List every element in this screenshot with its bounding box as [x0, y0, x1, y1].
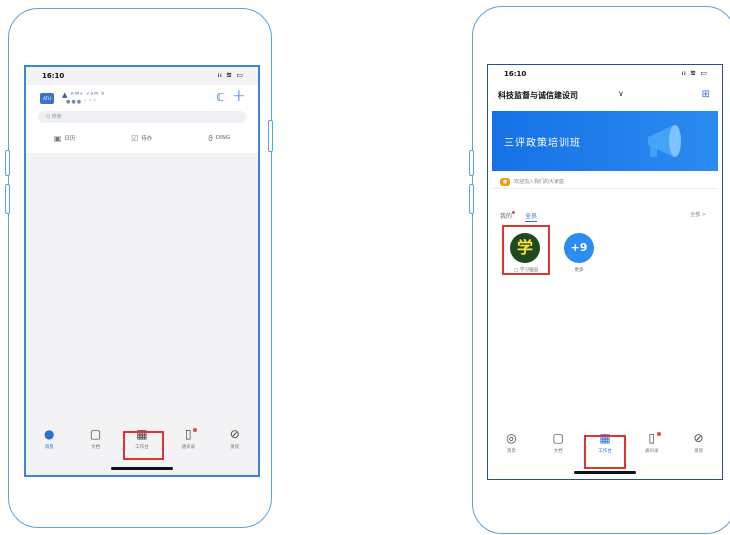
- folder-icon: ▢: [89, 427, 102, 441]
- home-indicator: [574, 471, 636, 474]
- tab-label: 消息: [506, 449, 516, 454]
- chevron-down-icon[interactable]: ∨: [618, 89, 624, 98]
- app-tabs: 我的 全员: [500, 211, 538, 222]
- quick-calendar[interactable]: ▣ 日历: [54, 131, 76, 145]
- compass-icon: ⊘: [229, 427, 240, 441]
- quick-calendar-label: 日历: [64, 136, 76, 142]
- contacts-icon: ▯: [185, 427, 192, 441]
- message-icon: ●: [43, 427, 55, 441]
- banner-title: 三评政策培训班: [504, 138, 581, 149]
- home-indicator: [111, 467, 173, 470]
- todo-icon: ☑: [131, 133, 139, 143]
- status-time: 16:10: [42, 72, 65, 80]
- notification-dot: [656, 432, 661, 436]
- notice-bar[interactable]: ● 欢迎加入我们的大家庭: [492, 175, 718, 189]
- compass-icon: ⊘: [693, 431, 704, 445]
- left-header: ATU ▲ ᴬᵂᵛ ᵛᵃᴹ ᵇ ●●● ᵒ ᵒ ᵇ ℂ + Q 搜索 ▣ 日历 …: [26, 85, 258, 153]
- folder-icon: ▢: [552, 431, 564, 445]
- megaphone-icon: [648, 125, 681, 157]
- right-screen: 16:10 ᵢᵢ ≋ ▭ 科技监督与诚信建设司 ∨ ⊞ 三评政策培训班 ● 欢迎…: [487, 64, 723, 480]
- search-input[interactable]: Q 搜索: [38, 111, 246, 123]
- left-phone-side-button: [5, 150, 10, 176]
- org-logo[interactable]: ATU: [40, 93, 54, 104]
- scan-icon[interactable]: ⊞: [702, 89, 710, 100]
- xuexi-highlight-box: [502, 225, 550, 275]
- tab-messages[interactable]: ◎ 消息: [495, 431, 527, 465]
- call-icon[interactable]: ℂ: [216, 91, 224, 104]
- tab-label: 通讯录: [181, 445, 196, 450]
- all-apps-link[interactable]: 全部 >: [690, 211, 706, 218]
- workbench-highlight-box: [123, 431, 164, 460]
- notice-text: 欢迎加入我们的大家庭: [514, 179, 565, 185]
- right-header: 科技监督与诚信建设司 ∨ ⊞: [488, 83, 722, 109]
- status-icons: ᵢᵢ ≋ ▭: [681, 69, 708, 77]
- left-phone-side-button-2: [5, 184, 10, 214]
- training-banner[interactable]: 三评政策培训班: [492, 111, 718, 171]
- left-screen: 16:10 ᵢᵢ ≋ ▭ ATU ▲ ᴬᵂᵛ ᵛᵃᴹ ᵇ ●●● ᵒ ᵒ ᵇ ℂ…: [24, 65, 260, 477]
- message-icon: ◎: [506, 431, 517, 445]
- more-apps-icon[interactable]: +9: [564, 233, 594, 263]
- tab-label: 文档: [91, 445, 101, 450]
- status-icons: ᵢᵢ ≋ ▭: [217, 71, 244, 79]
- org-name[interactable]: ▲ ᴬᵂᵛ ᵛᵃᴹ ᵇ: [62, 91, 105, 99]
- quick-actions: ▣ 日历 ☑ 待办 ϑ DING: [26, 131, 258, 145]
- calendar-icon: ▣: [53, 133, 62, 143]
- apps-card: 我的 全员 全部 > 学 □ 学习强国 +9 更多: [492, 205, 718, 435]
- notice-icon: ●: [500, 178, 510, 186]
- tab-messages[interactable]: ● 消息: [33, 427, 65, 461]
- tab-all-staff[interactable]: 全员: [525, 211, 538, 222]
- left-status-bar: 16:10 ᵢᵢ ≋ ▭: [26, 71, 258, 83]
- tab-contacts[interactable]: ▯ 通讯录: [172, 427, 204, 461]
- notification-dot: [193, 428, 198, 432]
- tab-label: 通讯录: [645, 449, 659, 454]
- quick-ding[interactable]: ϑ DING: [208, 131, 230, 145]
- tab-mine[interactable]: 我的: [500, 211, 516, 222]
- plus-icon[interactable]: +: [232, 86, 246, 106]
- quick-ding-label: DING: [215, 135, 231, 141]
- status-time: 16:10: [504, 70, 527, 78]
- notification-dot: [512, 211, 516, 214]
- right-phone-side-button: [469, 150, 474, 176]
- tab-label: 消息: [44, 445, 54, 450]
- right-status-bar: 16:10 ᵢᵢ ≋ ▭: [488, 69, 722, 81]
- tab-discover[interactable]: ⊘ 发现: [683, 431, 715, 465]
- workbench-highlight-box: [584, 435, 626, 469]
- contacts-icon: ▯: [648, 431, 656, 445]
- right-phone-side-button-2: [469, 184, 474, 214]
- tab-label: 发现: [694, 449, 704, 454]
- tab-documents[interactable]: ▢ 文档: [80, 427, 112, 461]
- tab-discover[interactable]: ⊘ 发现: [219, 427, 251, 461]
- ding-icon: ϑ: [207, 133, 213, 143]
- tab-contacts[interactable]: ▯ 通讯录: [636, 431, 668, 465]
- left-phone-power-button: [268, 120, 273, 152]
- org-subtitle: ●●● ᵒ ᵒ ᵇ: [66, 99, 98, 105]
- org-title[interactable]: 科技监督与诚信建设司: [498, 90, 578, 101]
- tab-label: 发现: [230, 445, 240, 450]
- tab-mine-label: 我的: [500, 213, 513, 220]
- tab-label: 文档: [553, 449, 563, 454]
- more-apps-label: 更多: [574, 268, 584, 273]
- tab-documents[interactable]: ▢ 文档: [542, 431, 574, 465]
- quick-todo-label: 待办: [141, 136, 153, 142]
- quick-todo[interactable]: ☑ 待办: [131, 131, 152, 145]
